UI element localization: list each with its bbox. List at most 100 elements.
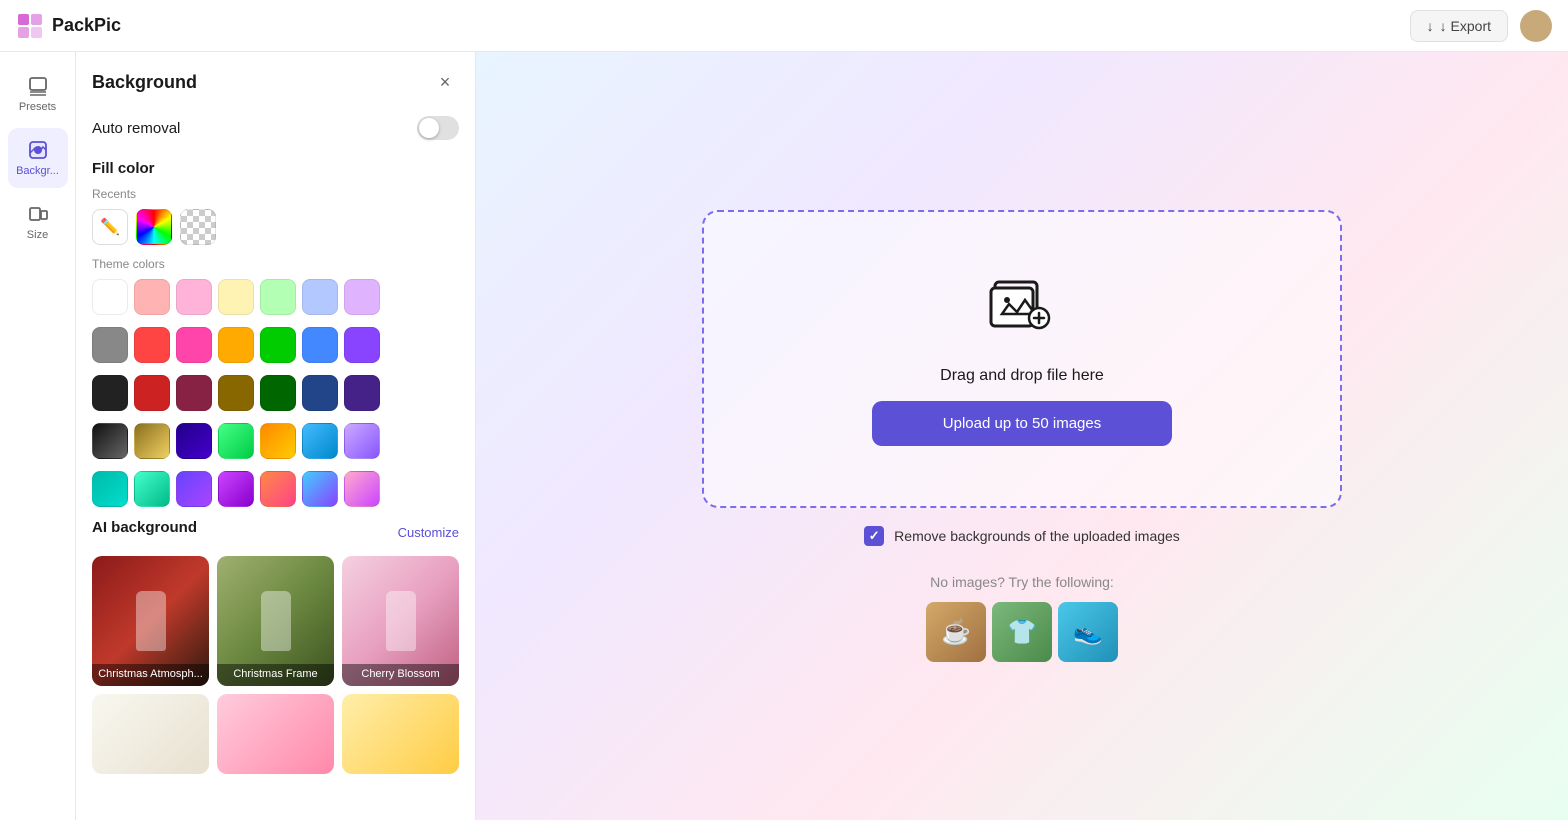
multicolor-swatch[interactable] (136, 209, 172, 245)
ai-more-card-2[interactable] (217, 694, 334, 774)
panel-title: Background (92, 72, 197, 93)
color-dark-red[interactable] (134, 375, 170, 411)
auto-removal-row: Auto removal (92, 116, 459, 140)
gradient-row2 (92, 471, 459, 507)
color-green[interactable] (260, 327, 296, 363)
bottle-decoration (386, 591, 416, 651)
gradient-row1 (92, 423, 459, 459)
gradient-gold[interactable] (134, 423, 170, 459)
theme-colors-label: Theme colors (92, 257, 459, 271)
bottle-decoration (136, 591, 166, 651)
background-panel: Background × Auto removal Fill color Rec… (76, 52, 476, 820)
panel-close-button[interactable]: × (431, 68, 459, 96)
export-icon: ↓ (1427, 18, 1434, 34)
sidebar-background-label: Backgr... (16, 165, 59, 177)
sidebar-size-label: Size (27, 229, 48, 241)
remove-bg-checkbox[interactable] (864, 526, 884, 546)
layers-icon (27, 75, 49, 97)
background-icon (27, 139, 49, 161)
ai-cards-grid: Christmas Atmosph... Christmas Frame Che… (92, 556, 459, 686)
color-gray[interactable] (92, 327, 128, 363)
color-light-green[interactable] (260, 279, 296, 315)
ai-card-christmas-frame[interactable]: Christmas Frame (217, 556, 334, 686)
ai-bg-title: AI background (92, 519, 197, 536)
ai-background-section: AI background Customize Christmas Atmosp… (92, 519, 459, 774)
gradient-coral[interactable] (260, 471, 296, 507)
user-avatar[interactable] (1520, 10, 1552, 42)
ai-bg-header: AI background Customize (92, 519, 459, 546)
ai-more-card-1[interactable] (92, 694, 209, 774)
drop-zone[interactable]: Drag and drop file here Upload up to 50 … (702, 210, 1342, 508)
topbar-actions: ↓ ↓ Export (1410, 10, 1552, 42)
fill-color-title: Fill color (92, 160, 459, 177)
color-orange[interactable] (218, 327, 254, 363)
gradient-amber[interactable] (260, 423, 296, 459)
gradient-violet[interactable] (176, 423, 212, 459)
auto-removal-label: Auto removal (92, 120, 180, 137)
no-images-text: No images? Try the following: (926, 574, 1118, 590)
recents-label: Recents (92, 187, 459, 201)
fill-color-section: Fill color Recents ✏️ Theme colors (92, 160, 459, 507)
ai-card-cherry-blossom[interactable]: Cherry Blossom (342, 556, 459, 686)
color-light-purple[interactable] (344, 279, 380, 315)
no-images-section: No images? Try the following: ☕ 👕 👟 (926, 574, 1118, 662)
transparent-swatch[interactable] (180, 209, 216, 245)
suggestion-shoe[interactable]: 👟 (1058, 602, 1118, 662)
customize-link[interactable]: Customize (398, 525, 459, 540)
color-dark-green[interactable] (260, 375, 296, 411)
panel-header: Background × (92, 68, 459, 96)
gradient-sky[interactable] (302, 423, 338, 459)
color-purple[interactable] (344, 327, 380, 363)
color-dark-gold[interactable] (218, 375, 254, 411)
color-light-blue[interactable] (302, 279, 338, 315)
gradient-teal[interactable] (92, 471, 128, 507)
sidebar-item-presets[interactable]: Presets (8, 64, 68, 124)
app-logo[interactable]: PackPic (16, 12, 121, 40)
ai-card-christmas-atmosphere-label: Christmas Atmosph... (92, 664, 209, 686)
sidebar-presets-label: Presets (19, 101, 56, 113)
export-label: ↓ Export (1440, 18, 1491, 34)
suggestion-shirt[interactable]: 👕 (992, 602, 1052, 662)
color-light-rose[interactable] (176, 279, 212, 315)
auto-removal-toggle[interactable] (417, 116, 459, 140)
gradient-indigo[interactable] (176, 471, 212, 507)
size-icon (27, 203, 49, 225)
ai-card-cherry-blossom-label: Cherry Blossom (342, 664, 459, 686)
recents-row: ✏️ (92, 209, 459, 245)
drag-drop-text: Drag and drop file here (940, 367, 1104, 385)
sidebar-item-size[interactable]: Size (8, 192, 68, 252)
packpic-logo-icon (16, 12, 44, 40)
canvas-area: Drag and drop file here Upload up to 50 … (476, 52, 1568, 820)
pen-color-swatch[interactable]: ✏️ (92, 209, 128, 245)
color-white[interactable] (92, 279, 128, 315)
export-button[interactable]: ↓ ↓ Export (1410, 10, 1508, 42)
gradient-blue-purple[interactable] (302, 471, 338, 507)
bottle-decoration (261, 591, 291, 651)
gradient-mint[interactable] (134, 471, 170, 507)
color-pink[interactable] (176, 327, 212, 363)
gradient-lime[interactable] (218, 423, 254, 459)
gradient-lavender[interactable] (344, 423, 380, 459)
sidebar-item-background[interactable]: Backgr... (8, 128, 68, 188)
remove-bg-label: Remove backgrounds of the uploaded image… (894, 528, 1180, 544)
theme-colors-row2 (92, 327, 459, 363)
upload-images-icon (987, 272, 1057, 351)
color-blue[interactable] (302, 327, 338, 363)
suggestion-coffee[interactable]: ☕ (926, 602, 986, 662)
suggestion-images: ☕ 👕 👟 (926, 602, 1118, 662)
upload-button[interactable]: Upload up to 50 images (872, 401, 1172, 446)
ai-card-christmas-atmosphere[interactable]: Christmas Atmosph... (92, 556, 209, 686)
color-dark-rose[interactable] (176, 375, 212, 411)
color-dark-blue[interactable] (302, 375, 338, 411)
color-red[interactable] (134, 327, 170, 363)
theme-colors-row3 (92, 375, 459, 411)
gradient-magenta[interactable] (218, 471, 254, 507)
theme-colors-row1 (92, 279, 459, 315)
color-light-pink[interactable] (134, 279, 170, 315)
color-light-yellow[interactable] (218, 279, 254, 315)
ai-more-card-3[interactable] (342, 694, 459, 774)
color-black[interactable] (92, 375, 128, 411)
gradient-pink-purple[interactable] (344, 471, 380, 507)
gradient-black[interactable] (92, 423, 128, 459)
color-dark-purple[interactable] (344, 375, 380, 411)
